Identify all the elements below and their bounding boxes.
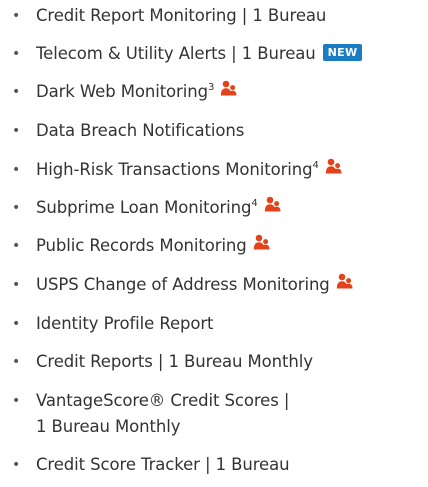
bullet: • — [12, 316, 21, 332]
feature-label: Public Records Monitoring — [36, 236, 247, 255]
feature-label-line-2: 1 Bureau Monthly — [36, 417, 181, 436]
feature-item-identity-profile-report: • Identity Profile Report — [12, 314, 424, 334]
feature-label: Subprime Loan Monitoring — [36, 198, 252, 217]
feature-item-credit-report-monitoring: • Credit Report Monitoring | 1 Bureau — [12, 6, 424, 26]
family-icon — [220, 80, 237, 101]
new-badge: NEW — [322, 44, 363, 61]
family-icon — [336, 273, 353, 294]
feature-label: VantageScore® Credit Scores | — [36, 391, 290, 410]
bullet: • — [12, 162, 21, 178]
bullet: • — [12, 123, 21, 139]
footnote-marker: 4 — [312, 159, 319, 171]
feature-label-with-sup: Dark Web Monitoring3 — [36, 82, 214, 102]
feature-item-credit-score-tracker: • Credit Score Tracker | 1 Bureau — [12, 455, 424, 475]
bullet: • — [12, 354, 21, 370]
feature-label: High-Risk Transactions Monitoring — [36, 160, 313, 179]
feature-label: Identity Profile Report — [36, 314, 214, 333]
bullet: • — [12, 8, 21, 24]
family-icon — [264, 196, 281, 217]
feature-item-high-risk-transactions-monitoring: • High-Risk Transactions Monitoring4 — [12, 158, 424, 181]
feature-item-data-breach-notifications: • Data Breach Notifications — [12, 121, 424, 141]
feature-label: Telecom & Utility Alerts | 1 Bureau — [36, 44, 316, 63]
family-icon — [253, 234, 270, 255]
feature-item-vantagescore-credit-scores: • VantageScore® Credit Scores | 1 Bureau … — [12, 391, 424, 437]
bullet: • — [12, 46, 21, 62]
feature-item-telecom-utility-alerts: • Telecom & Utility Alerts | 1 Bureau NEW — [12, 44, 424, 64]
bullet: • — [12, 238, 21, 254]
feature-item-subprime-loan-monitoring: • Subprime Loan Monitoring4 — [12, 196, 424, 219]
feature-label: Credit Report Monitoring | 1 Bureau — [36, 6, 327, 25]
feature-list: • Credit Report Monitoring | 1 Bureau • Te… — [0, 0, 428, 487]
feature-item-credit-reports-monthly: • Credit Reports | 1 Bureau Monthly — [12, 352, 424, 372]
footnote-marker: 4 — [251, 197, 258, 209]
feature-label: Dark Web Monitoring — [36, 82, 208, 101]
bullet: • — [12, 84, 21, 100]
feature-label: Credit Score Tracker | 1 Bureau — [36, 455, 290, 474]
feature-item-public-records-monitoring: • Public Records Monitoring — [12, 234, 424, 257]
feature-label: Data Breach Notifications — [36, 121, 245, 140]
family-icon — [325, 158, 342, 179]
bullet: • — [12, 393, 21, 409]
feature-label: Credit Reports | 1 Bureau Monthly — [36, 352, 313, 371]
feature-item-usps-change-of-address-monitoring: • USPS Change of Address Monitoring — [12, 273, 424, 296]
feature-label: USPS Change of Address Monitoring — [36, 275, 330, 294]
feature-label-with-sup: Subprime Loan Monitoring4 — [36, 198, 258, 218]
bullet: • — [12, 457, 21, 473]
bullet: • — [12, 200, 21, 216]
bullet: • — [12, 277, 21, 293]
feature-item-dark-web-monitoring: • Dark Web Monitoring3 — [12, 80, 424, 103]
feature-label-with-sup: High-Risk Transactions Monitoring4 — [36, 160, 319, 180]
footnote-marker: 3 — [207, 81, 215, 93]
